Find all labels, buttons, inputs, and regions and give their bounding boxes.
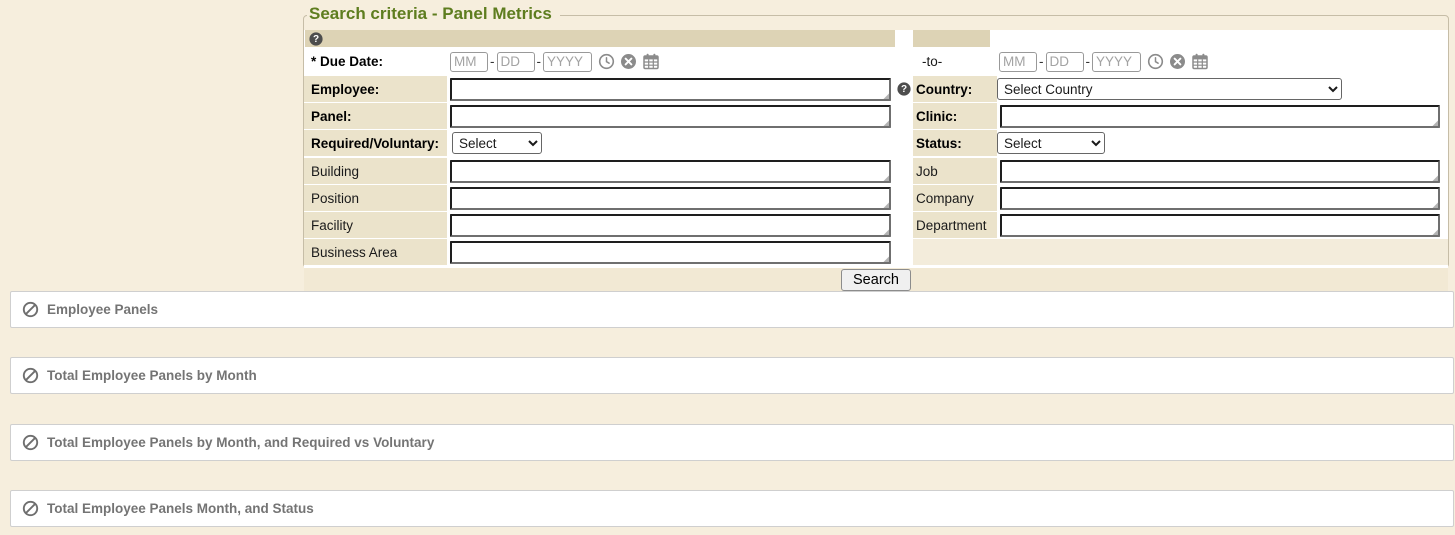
section-label: Total Employee Panels Month, and Status: [47, 501, 314, 516]
search-button[interactable]: Search: [841, 269, 911, 291]
job-input[interactable]: [1000, 160, 1440, 183]
prohibition-icon: [22, 301, 39, 318]
due-date-to-day-input[interactable]: [1046, 52, 1084, 72]
date-separator: -: [1086, 54, 1091, 69]
help-bar-right-segment: [913, 30, 990, 47]
employee-input[interactable]: [450, 78, 891, 101]
page-title: Search criteria - Panel Metrics: [307, 4, 560, 24]
facility-label: Facility: [304, 212, 447, 238]
required-voluntary-label: Required/Voluntary:: [304, 130, 447, 156]
clinic-input[interactable]: [1000, 105, 1440, 128]
section-label: Employee Panels: [47, 302, 158, 317]
help-bar: ?: [305, 30, 895, 47]
clear-date-icon[interactable]: [1169, 53, 1186, 70]
job-label: Job: [913, 158, 997, 184]
due-date-from-group: - -: [447, 48, 895, 75]
date-separator: -: [1039, 54, 1044, 69]
position-company-row: Position Company: [304, 185, 1448, 211]
search-band: Search: [304, 267, 1448, 292]
date-separator: -: [537, 54, 542, 69]
company-input[interactable]: [1000, 187, 1440, 210]
panel-input[interactable]: [450, 105, 891, 128]
panel-label: Panel:: [304, 103, 447, 129]
clock-icon[interactable]: [598, 53, 615, 70]
building-job-row: Building Job: [304, 158, 1448, 184]
position-label: Position: [304, 185, 447, 211]
help-icon[interactable]: ?: [309, 32, 323, 46]
prohibition-icon: [22, 367, 39, 384]
status-label: Status:: [913, 130, 997, 156]
clock-icon[interactable]: [1147, 53, 1164, 70]
section-employee-panels[interactable]: Employee Panels: [10, 291, 1454, 328]
panel-clinic-row: Panel: Clinic:: [304, 103, 1448, 129]
due-date-from-month-input[interactable]: [450, 52, 488, 72]
required-voluntary-select[interactable]: Select: [452, 132, 542, 154]
facility-department-row: Facility Department: [304, 212, 1448, 238]
section-total-by-month[interactable]: Total Employee Panels by Month: [10, 357, 1454, 394]
svg-text:?: ?: [313, 34, 319, 45]
svg-text:?: ?: [901, 84, 907, 95]
section-label: Total Employee Panels by Month: [47, 368, 257, 383]
due-date-label: * Due Date:: [304, 48, 447, 75]
due-date-to-group: - -: [997, 48, 1448, 75]
country-help-icon[interactable]: ?: [897, 82, 911, 96]
business-area-input[interactable]: [450, 241, 891, 264]
status-select[interactable]: Select: [997, 132, 1105, 154]
building-label: Building: [304, 158, 447, 184]
clear-date-icon[interactable]: [620, 53, 637, 70]
calendar-icon[interactable]: [642, 53, 660, 70]
section-label: Total Employee Panels by Month, and Requ…: [47, 435, 434, 450]
due-date-row: * Due Date: - - -to- - -: [304, 48, 1448, 75]
section-total-month-and-status[interactable]: Total Employee Panels Month, and Status: [10, 490, 1454, 527]
section-total-required-vs-voluntary[interactable]: Total Employee Panels by Month, and Requ…: [10, 424, 1454, 461]
clinic-label: Clinic:: [913, 103, 997, 129]
business-area-row: Business Area: [304, 239, 1448, 265]
due-date-to-label: -to-: [913, 48, 997, 75]
due-date-from-year-input[interactable]: [543, 52, 592, 72]
country-select[interactable]: Select Country: [997, 78, 1342, 100]
calendar-icon[interactable]: [1191, 53, 1209, 70]
position-input[interactable]: [450, 187, 891, 210]
due-date-to-month-input[interactable]: [999, 52, 1037, 72]
prohibition-icon: [22, 434, 39, 451]
date-separator: -: [490, 54, 495, 69]
department-input[interactable]: [1000, 214, 1440, 237]
prohibition-icon: [22, 500, 39, 517]
facility-input[interactable]: [450, 214, 891, 237]
due-date-from-day-input[interactable]: [497, 52, 535, 72]
employee-label: Employee:: [304, 76, 447, 102]
country-label: Country:: [913, 76, 997, 102]
business-area-label: Business Area: [304, 239, 447, 265]
due-date-to-year-input[interactable]: [1092, 52, 1141, 72]
department-label: Department: [913, 212, 997, 238]
company-label: Company: [913, 185, 997, 211]
required-status-row: Required/Voluntary: Select Status: Selec…: [304, 130, 1448, 156]
building-input[interactable]: [450, 160, 891, 183]
employee-country-row: Employee: ? Country: Select Country: [304, 76, 1448, 102]
